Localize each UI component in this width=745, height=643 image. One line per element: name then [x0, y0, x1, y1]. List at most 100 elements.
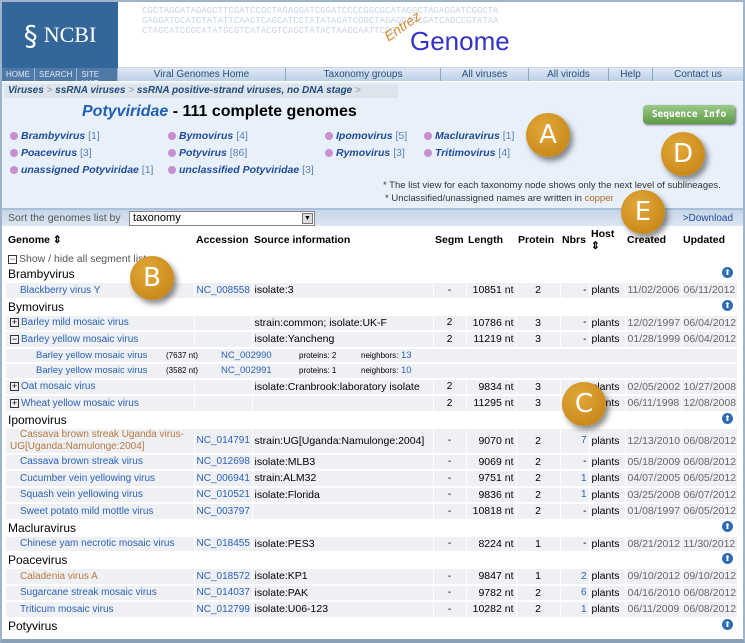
genome-link[interactable]: Wheat yellow mosaic virus	[21, 398, 139, 409]
accession-link[interactable]: NC_012698	[197, 456, 250, 467]
genome-link[interactable]: Cucumber vein yellowing virus	[20, 473, 155, 484]
neighbors-link[interactable]: 6	[581, 587, 587, 598]
back-to-top-icon[interactable]: ⬆	[722, 299, 733, 311]
genus-link[interactable]: Rymovirus [3]	[325, 147, 405, 159]
genus-link[interactable]: Poacevirus [3]	[10, 147, 92, 159]
nav-all-viroids[interactable]: All viroids	[529, 68, 609, 81]
accession-link[interactable]: NC_006941	[197, 473, 250, 484]
genome-link[interactable]: Triticum mosaic virus	[20, 604, 114, 615]
genome-link[interactable]: Cassava brown streak virus	[20, 456, 143, 467]
source-info	[252, 395, 434, 413]
neighbors-link[interactable]: 13	[401, 350, 412, 361]
genus-link[interactable]: Macluravirus [1]	[424, 130, 514, 142]
back-to-top-icon[interactable]: ⬆	[722, 553, 733, 564]
bullet-icon	[10, 166, 18, 174]
genus-link[interactable]: Ipomovirus [5]	[325, 130, 407, 142]
nav-viral-genomes-home[interactable]: Viral Genomes Home	[118, 68, 286, 81]
accession-link[interactable]: NC_008558	[197, 285, 250, 296]
back-to-top-icon[interactable]: ⬆	[722, 520, 733, 532]
breadcrumb-viruses[interactable]: Viruses	[8, 85, 44, 96]
neighbors-link[interactable]: 1	[581, 473, 587, 484]
neighbors-link[interactable]: 7	[581, 435, 587, 446]
minus-box-icon: −	[8, 253, 17, 264]
neighbors-link[interactable]: 1	[581, 604, 587, 615]
genome-link[interactable]: Chinese yam necrotic mosaic virus	[20, 538, 175, 549]
segment-accession[interactable]: NC_002991	[221, 365, 299, 376]
neighbors-link[interactable]: 1	[581, 489, 587, 500]
nav-contact-us[interactable]: Contact us	[653, 68, 743, 81]
table-row: + Barley mild mosaic virus strain:common;…	[6, 314, 738, 332]
breadcrumb-ssrna[interactable]: ssRNA viruses	[55, 85, 125, 96]
site-links: HOME SEARCH SITE MAP	[2, 68, 118, 88]
neighbors-link[interactable]: 10	[401, 365, 412, 376]
column-header: Nbrs	[562, 234, 586, 246]
back-to-top-icon[interactable]: ⬆	[722, 267, 733, 278]
accession-link[interactable]: NC_018572	[197, 571, 250, 582]
segment-accession[interactable]: NC_002990	[221, 350, 299, 361]
nav-search[interactable]: SEARCH	[35, 68, 78, 81]
back-to-top-icon[interactable]: ⬆	[722, 618, 733, 630]
genome-link[interactable]: Sugarcane streak mosaic virus	[20, 587, 157, 598]
download-link[interactable]: >Download	[683, 213, 733, 224]
source-info: strain:UG[Uganda:Namulonge:2004]	[252, 427, 434, 455]
accession-link[interactable]: NC_010521	[197, 489, 250, 500]
accession-link[interactable]: NC_003797	[197, 506, 250, 517]
nav-home[interactable]: HOME	[2, 68, 35, 81]
accession-link[interactable]: NC_018455	[197, 538, 250, 549]
table-row: Triticum mosaic virus NC_012799 isolate:…	[6, 601, 738, 619]
genome-link[interactable]: Squash vein yellowing virus	[20, 489, 143, 500]
group-name: Poacevirus	[8, 553, 68, 567]
genus-link[interactable]: unassigned Potyviridae [1]	[10, 164, 153, 176]
expand-icon[interactable]: +	[10, 318, 19, 328]
segment-name[interactable]: Barley yellow mosaic virus	[8, 365, 166, 376]
source-info: isolate:Yancheng	[252, 331, 434, 349]
sequence-info-button[interactable]: Sequence Info	[643, 105, 735, 124]
nav-all-viruses[interactable]: All viruses	[441, 68, 529, 81]
column-header[interactable]: Host ⇕	[589, 228, 625, 252]
genome-link[interactable]: Barley mild mosaic virus	[21, 317, 129, 328]
genus-link[interactable]: unclassified Potyviridae [3]	[168, 164, 314, 176]
genome-link[interactable]: Blackberry virus Y	[20, 285, 100, 296]
group-row: Poacevirus ⬆	[6, 552, 737, 569]
source-info: isolate:3	[252, 282, 434, 300]
bullet-icon	[10, 132, 18, 140]
ncbi-logo[interactable]: § NCBI	[2, 2, 118, 68]
genome-link[interactable]: Cassava brown streak Uganda virus-UG[Uga…	[10, 429, 184, 452]
genome-link[interactable]: Barley yellow mosaic virus	[21, 334, 138, 345]
accession-link[interactable]: NC_012799	[197, 604, 250, 615]
genus-link[interactable]: Tritimovirus [4]	[424, 147, 510, 159]
sort-select[interactable]: taxonomy ▼	[129, 211, 315, 226]
source-info: isolate:Florida	[252, 486, 434, 504]
source-info: strain:common; isolate:UK-F	[252, 314, 434, 332]
table-row: Sweet potato mild mottle virus NC_003797…	[6, 503, 738, 521]
table-row: Chinese yam necrotic mosaic virus NC_018…	[6, 535, 738, 553]
genus-link[interactable]: Potyvirus [86]	[168, 147, 247, 159]
genome-link[interactable]: Caladenia virus A	[20, 571, 98, 582]
table-row: Caladenia virus A NC_018572 isolate:KP1 …	[6, 568, 738, 586]
genome-link[interactable]: Sweet potato mild mottle virus	[20, 506, 153, 517]
genome-link[interactable]: Oat mosaic virus	[21, 381, 95, 392]
neighbors-link[interactable]: 2	[581, 571, 587, 582]
back-to-top-icon[interactable]: ⬆	[722, 412, 733, 424]
nav-help[interactable]: Help	[609, 68, 653, 81]
segment-name[interactable]: Barley yellow mosaic virus	[8, 350, 166, 361]
expand-icon[interactable]: +	[10, 382, 19, 392]
segment-row: Barley yellow mosaic virus (3582 nt) NC_00…	[6, 363, 737, 380]
column-header[interactable]: Genome ⇕	[6, 228, 194, 252]
genus-link[interactable]: Brambyvirus [1]	[10, 130, 100, 142]
genus-link[interactable]: Bymovirus [4]	[168, 130, 248, 142]
accession-link[interactable]: NC_014037	[197, 587, 250, 598]
expand-icon[interactable]: +	[10, 398, 19, 408]
neighbors-link: -	[583, 317, 587, 329]
collapse-icon[interactable]: −	[10, 334, 19, 344]
nav-taxonomy-groups[interactable]: Taxonomy groups	[286, 68, 441, 81]
callout-c: C	[562, 382, 606, 426]
nav-site-map[interactable]: SITE MAP	[77, 68, 118, 88]
show-hide-segments[interactable]: − Show / hide all segment lists	[6, 252, 737, 267]
dropdown-arrow-icon[interactable]: ▼	[302, 213, 313, 224]
table-row: Sugarcane streak mosaic virus NC_014037 …	[6, 584, 738, 602]
breadcrumb-ssrna-positive[interactable]: ssRNA positive-strand viruses, no DNA st…	[137, 85, 352, 96]
accession-link[interactable]: NC_014791	[197, 435, 250, 446]
breadcrumb: Viruses > ssRNA viruses > ssRNA positive…	[4, 84, 398, 98]
source-info: isolate:PAK	[252, 584, 434, 602]
